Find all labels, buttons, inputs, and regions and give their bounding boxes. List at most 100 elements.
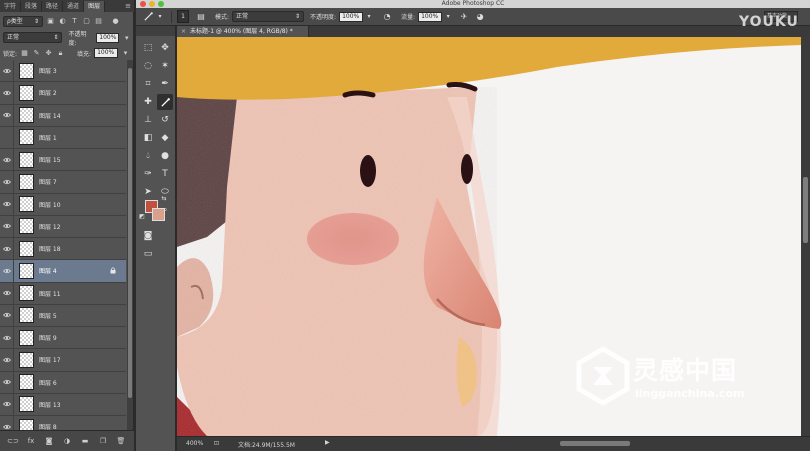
layer-thumbnail[interactable] [19, 329, 34, 346]
layer-row[interactable]: 图层 2 [0, 82, 126, 105]
tab-channels[interactable]: 通道 [63, 1, 85, 12]
lock-transparent-icon[interactable]: ▦ [20, 49, 29, 58]
layer-thumbnail[interactable] [19, 107, 34, 124]
layer-thumbnail[interactable] [19, 374, 34, 391]
tool-opacity-input[interactable]: 100% [339, 11, 364, 22]
visibility-eye-icon[interactable] [0, 215, 14, 237]
layer-name[interactable]: 图层 2 [39, 88, 57, 97]
canvas-vertical-scroll-thumb[interactable] [803, 177, 808, 243]
tab-paths[interactable]: 路径 [42, 1, 64, 12]
layer-row[interactable]: 图层 7 [0, 171, 126, 194]
layer-thumbnail[interactable] [19, 240, 34, 257]
pressure-opacity-icon[interactable]: ◔ [381, 11, 393, 23]
tab-paragraph[interactable]: 段落 [21, 1, 43, 12]
visibility-eye-icon[interactable] [0, 149, 14, 171]
link-icon[interactable]: ⊂⊃ [7, 437, 19, 446]
status-info-icon[interactable]: ⊡ [214, 440, 219, 447]
visibility-eye-icon[interactable] [0, 416, 14, 430]
brush-panel-icon[interactable]: ▤ [195, 11, 207, 23]
status-menu-arrow-icon[interactable]: ▶ [325, 439, 330, 446]
shape-icon[interactable]: ▢ [82, 17, 91, 26]
layer-row[interactable]: 图层 13 [0, 393, 126, 416]
chevron-down-icon[interactable]: ▾ [122, 33, 131, 42]
filter-kind-select[interactable]: ρ类型 ⇕ [3, 15, 43, 27]
filter-toggle-icon[interactable]: ● [111, 17, 120, 26]
layer-name[interactable]: 图层 15 [39, 155, 61, 164]
move-tool-icon[interactable]: ✥ [157, 40, 173, 56]
visibility-eye-icon[interactable] [0, 82, 14, 104]
smart-icon[interactable]: ▤ [94, 17, 103, 26]
layer-thumbnail[interactable] [19, 351, 34, 368]
layer-row[interactable]: 图层 10 [0, 193, 126, 216]
layer-name[interactable]: 图层 5 [39, 311, 57, 320]
visibility-eye-icon[interactable] [0, 104, 14, 126]
layers-scroll-thumb[interactable] [128, 68, 132, 398]
eraser-tool-icon[interactable]: ◧ [140, 130, 156, 146]
mode-select[interactable]: 正常 ⇕ [232, 11, 305, 22]
layer-row[interactable]: 图层 15 [0, 149, 126, 172]
layer-name[interactable]: 图层 6 [39, 378, 57, 387]
visibility-eye-icon[interactable] [0, 393, 14, 415]
path-selection-tool-icon[interactable]: ➤ [140, 184, 156, 200]
default-colors-icon[interactable]: ◩ [138, 212, 146, 220]
document-tab[interactable]: × 未标题-1 @ 400% (图层 4, RGB/8) * [177, 26, 309, 37]
layers-scrollbar[interactable] [127, 60, 133, 430]
history-brush-tool-icon[interactable]: ↺ [157, 112, 173, 128]
background-color-swatch[interactable] [152, 208, 165, 221]
layer-row[interactable]: 图层 3 [0, 60, 126, 83]
layer-thumbnail[interactable] [19, 129, 34, 146]
layer-thumbnail[interactable] [19, 196, 34, 213]
layer-name[interactable]: 图层 14 [39, 111, 61, 120]
lock-all-icon[interactable]: 🔒︎ [56, 49, 65, 58]
layer-name[interactable]: 图层 3 [39, 66, 57, 75]
pressure-size-icon[interactable]: ◕ [474, 11, 486, 23]
layer-row[interactable]: 图层 8 [0, 416, 126, 430]
marquee-tool-icon[interactable]: ⬚ [140, 40, 156, 56]
layer-thumbnail[interactable] [19, 84, 34, 101]
layer-thumbnail[interactable] [19, 173, 34, 190]
layer-thumbnail[interactable] [19, 285, 34, 302]
crop-tool-icon[interactable]: ⌗ [140, 76, 156, 92]
adjust-icon[interactable]: ◐ [58, 17, 67, 26]
layer-name[interactable]: 图层 12 [39, 222, 61, 231]
tab-character[interactable]: 字符 [0, 1, 22, 12]
airbrush-icon[interactable]: ✈ [458, 11, 470, 23]
layer-name[interactable]: 图层 7 [39, 177, 57, 186]
layer-row[interactable]: 图层 9 [0, 327, 126, 350]
flow-input[interactable]: 100% [418, 11, 443, 22]
swap-colors-icon[interactable]: ⇆ [160, 194, 168, 202]
chevron-down-icon[interactable]: ▾ [442, 11, 454, 23]
layer-name[interactable]: 图层 9 [39, 333, 57, 342]
quick-mask-icon[interactable]: ◙ [140, 228, 156, 244]
eyedropper-tool-icon[interactable]: ✒ [157, 76, 173, 92]
lock-move-icon[interactable]: ✥ [44, 49, 53, 58]
layer-name[interactable]: 图层 1 [39, 133, 57, 142]
layer-name[interactable]: 图层 11 [39, 289, 61, 298]
fx-icon[interactable]: fx [27, 437, 36, 446]
visibility-eye-icon[interactable] [0, 327, 14, 349]
layer-name[interactable]: 图层 8 [39, 422, 57, 430]
close-icon[interactable]: × [181, 28, 186, 35]
blur-tool-icon[interactable]: 💧︎ [140, 148, 156, 164]
visibility-eye-icon[interactable] [0, 349, 14, 371]
panel-menu-icon[interactable]: ≡ [125, 1, 131, 12]
layer-thumbnail[interactable] [19, 262, 34, 279]
brush-tool-preset-icon[interactable] [142, 11, 154, 23]
brush-size-picker[interactable]: 1 [177, 10, 189, 23]
dodge-tool-icon[interactable]: ● [157, 148, 173, 164]
layer-thumbnail[interactable] [19, 62, 34, 79]
trash-icon[interactable]: 🗑︎ [117, 437, 126, 446]
chevron-down-icon[interactable]: ▾ [363, 11, 375, 23]
visibility-eye-icon[interactable] [0, 60, 14, 82]
visibility-eye-icon[interactable] [0, 260, 14, 282]
layer-thumbnail[interactable] [19, 307, 34, 324]
layer-thumbnail[interactable] [19, 218, 34, 235]
tab-layers[interactable]: 图层 [84, 1, 106, 12]
layer-row[interactable]: 图层 4 [0, 260, 126, 283]
adjustment-layer-icon[interactable]: ◑ [63, 437, 72, 446]
fill-input[interactable]: 100% [94, 48, 119, 58]
new-layer-icon[interactable]: ❐ [99, 437, 108, 446]
layer-thumbnail[interactable] [19, 151, 34, 168]
layer-row[interactable]: 图层 5 [0, 304, 126, 327]
visibility-eye-icon[interactable] [0, 193, 14, 215]
